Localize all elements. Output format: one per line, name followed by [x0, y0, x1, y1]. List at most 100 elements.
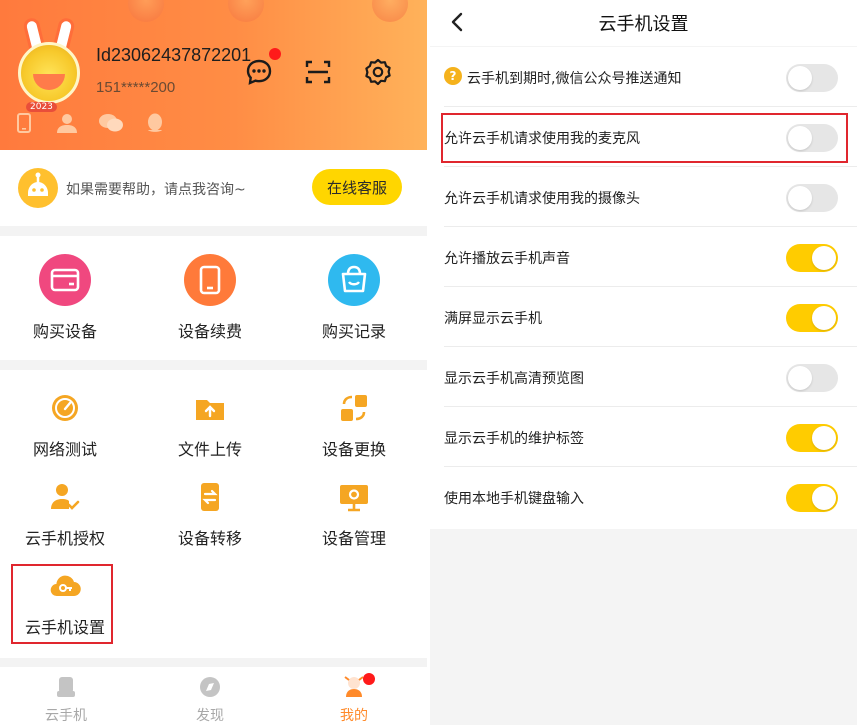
tab-label: 我的 [340, 708, 368, 724]
user-check-icon [49, 481, 81, 513]
tool-label: 云手机授权 [24, 529, 105, 548]
swap-icon [338, 392, 370, 424]
toggle-knob [788, 66, 812, 90]
toggle-knob [788, 366, 812, 390]
compass-tab-icon [198, 675, 222, 703]
toggle-switch[interactable] [786, 64, 838, 92]
profile-header: 2023 Id23062437872201 151*****200 [0, 0, 427, 150]
setting-row-expiry-notify: ? 云手机到期时,微信公众号推送通知 [430, 47, 857, 107]
avatar-badge: 2023 [26, 102, 57, 112]
setting-label: 显示云手机高清预览图 [444, 371, 584, 387]
setting-label: 满屏显示云手机 [444, 311, 542, 327]
monitor-gear-icon [338, 481, 370, 513]
service-label: 购买设备 [32, 322, 97, 341]
setting-label: 云手机到期时,微信公众号推送通知 [467, 71, 682, 87]
cloud-key-icon [49, 570, 81, 602]
lantern-decoration [228, 0, 264, 22]
qq-bind-icon[interactable] [146, 113, 164, 137]
setting-label: 允许云手机请求使用我的摄像头 [444, 191, 640, 207]
toggle-knob [812, 306, 836, 330]
settings-list: ? 云手机到期时,微信公众号推送通知 允许云手机请求使用我的麦克风 允许云手机请… [430, 47, 857, 529]
tab-mine[interactable]: 我的 [299, 667, 409, 725]
setting-label: 允许播放云手机声音 [444, 251, 570, 267]
phone-bind-icon[interactable] [16, 113, 32, 137]
tool-label: 设备转移 [177, 529, 242, 548]
toggle-switch[interactable] [786, 364, 838, 392]
toggle-switch[interactable] [786, 244, 838, 272]
setting-row-maintenance-tag: 显示云手机的维护标签 [430, 407, 857, 467]
help-banner: 如果需要帮助，请点我咨询~ 在线客服 [0, 150, 427, 226]
buy-device-item[interactable]: 购买设备 [5, 254, 125, 342]
user-bind-icon[interactable] [56, 113, 78, 137]
shopping-bag-icon [328, 254, 380, 306]
settings-panel: 云手机设置 ? 云手机到期时,微信公众号推送通知 允许云手机请求使用我的麦克风 … [430, 0, 857, 725]
cloud-phone-authorize-item[interactable]: 云手机授权 [5, 481, 125, 549]
tab-discover[interactable]: 发现 [155, 667, 265, 725]
notification-dot [363, 673, 375, 685]
toggle-switch[interactable] [786, 124, 838, 152]
tool-label: 设备管理 [321, 529, 386, 548]
speedometer-icon [49, 392, 81, 424]
avatar-face [18, 42, 80, 104]
help-text[interactable]: 如果需要帮助，请点我咨询~ [66, 179, 246, 199]
toggle-switch[interactable] [786, 304, 838, 332]
setting-row-camera: 允许云手机请求使用我的摄像头 [430, 167, 857, 227]
phone-tab-icon [54, 675, 78, 703]
tool-label: 文件上传 [177, 440, 242, 459]
message-icon[interactable] [245, 48, 281, 86]
tablet-icon [184, 254, 236, 306]
user-phone: 151*****200 [96, 79, 176, 96]
toggle-knob [812, 486, 836, 510]
toggle-switch[interactable] [786, 184, 838, 212]
purchase-history-item[interactable]: 购买记录 [294, 254, 414, 342]
tab-label: 云手机 [45, 708, 87, 724]
setting-row-sound: 允许播放云手机声音 [430, 227, 857, 287]
page-title: 云手机设置 [598, 14, 689, 35]
user-id: Id23062437872201 [96, 45, 252, 65]
device-transfer-item[interactable]: 设备转移 [150, 481, 270, 549]
setting-row-local-keyboard: 使用本地手机键盘输入 [430, 467, 857, 527]
account-panel: 2023 Id23062437872201 151*****200 如果需要帮助… [0, 0, 427, 725]
toggle-knob [788, 126, 812, 150]
toggle-switch[interactable] [786, 484, 838, 512]
setting-row-hd-preview: 显示云手机高清预览图 [430, 347, 857, 407]
settings-gear-icon[interactable] [364, 58, 392, 86]
nav-bar: 云手机设置 [430, 0, 857, 46]
upload-folder-icon [194, 392, 226, 424]
service-grid: 购买设备 设备续费 购买记录 [0, 236, 427, 360]
service-label: 购买记录 [321, 322, 386, 341]
toggle-knob [812, 246, 836, 270]
lantern-decoration [372, 0, 408, 22]
setting-label: 允许云手机请求使用我的麦克风 [444, 131, 640, 147]
toggle-knob [788, 186, 812, 210]
file-upload-item[interactable]: 文件上传 [150, 392, 270, 460]
toggle-knob [812, 426, 836, 450]
online-support-button[interactable]: 在线客服 [312, 169, 402, 205]
tab-cloud-phone[interactable]: 云手机 [11, 667, 121, 725]
help-question-icon[interactable]: ? [444, 67, 462, 85]
setting-label: 使用本地手机键盘输入 [444, 491, 584, 507]
network-test-item[interactable]: 网络测试 [5, 392, 125, 460]
robot-assistant-icon [18, 168, 58, 208]
service-label: 设备续费 [177, 322, 242, 341]
lantern-decoration [128, 0, 164, 22]
tool-label: 云手机设置 [24, 618, 105, 637]
scan-icon[interactable] [304, 58, 332, 86]
setting-row-microphone: 允许云手机请求使用我的麦克风 [430, 107, 857, 167]
tool-label: 网络测试 [32, 440, 97, 459]
device-replace-item[interactable]: 设备更换 [294, 392, 414, 460]
transfer-icon [194, 481, 226, 513]
cloud-phone-settings-item[interactable]: 云手机设置 [5, 570, 125, 638]
bottom-tab-bar: 云手机 发现 我的 [0, 667, 427, 725]
toggle-switch[interactable] [786, 424, 838, 452]
renew-device-item[interactable]: 设备续费 [150, 254, 270, 342]
setting-row-fullscreen: 满屏显示云手机 [430, 287, 857, 347]
tools-grid: 网络测试 文件上传 设备更换 云手机授权 设备转移 设备管理 云手机设置 [0, 370, 427, 658]
tool-label: 设备更换 [321, 440, 386, 459]
wechat-bind-icon[interactable] [98, 113, 124, 137]
device-manage-item[interactable]: 设备管理 [294, 481, 414, 549]
avatar[interactable]: 2023 [12, 16, 84, 112]
tab-label: 发现 [196, 708, 224, 724]
credit-card-icon [39, 254, 91, 306]
setting-label: 显示云手机的维护标签 [444, 431, 584, 447]
